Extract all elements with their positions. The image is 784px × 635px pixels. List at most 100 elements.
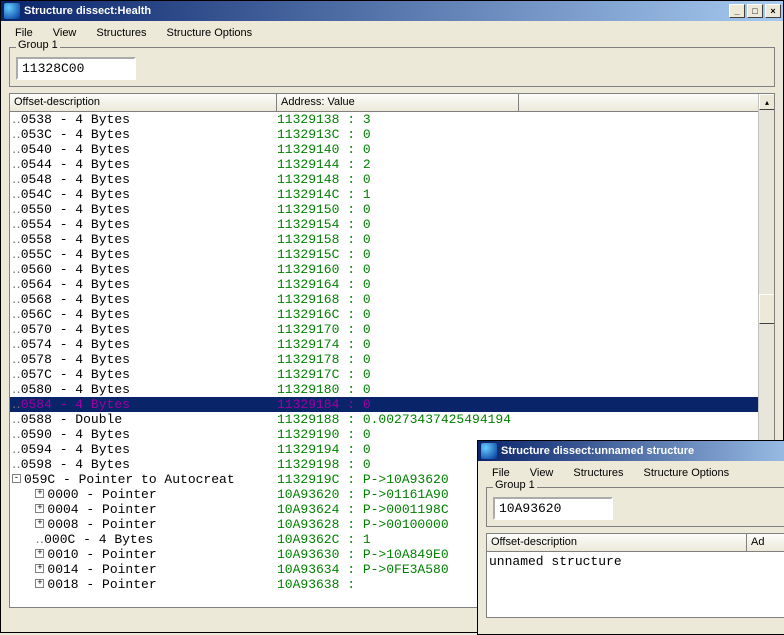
- offset-label: 0580 - 4 Bytes: [21, 382, 130, 397]
- table-row[interactable]: ․․0560 - 4 Bytes11329160 : 0: [10, 262, 774, 277]
- group-legend-sub: Group 1: [493, 479, 537, 491]
- table-row[interactable]: ․․0538 - 4 Bytes11329138 : 3: [10, 112, 774, 127]
- col-spare[interactable]: [519, 94, 774, 111]
- sub-window: Structure dissect:unnamed structure File…: [477, 440, 784, 635]
- address-value: 1132914C : 1: [277, 187, 371, 202]
- menu-structures[interactable]: Structures: [88, 25, 154, 41]
- structure-name-text[interactable]: unnamed structure: [489, 554, 622, 569]
- offset-label: 0018 - Pointer: [47, 577, 156, 592]
- menu-structures-sub[interactable]: Structures: [565, 465, 631, 481]
- tree-connector: ․․: [12, 442, 21, 457]
- table-row[interactable]: ․․0540 - 4 Bytes11329140 : 0: [10, 142, 774, 157]
- base-address-input-sub[interactable]: [493, 497, 613, 520]
- table-row[interactable]: ․․0544 - 4 Bytes 11329144 : 2: [10, 157, 774, 172]
- address-value: 11329164 : 0: [277, 277, 371, 292]
- table-row[interactable]: ․․0584 - 4 Bytes11329184 : 0: [10, 397, 774, 412]
- table-row[interactable]: ․․0554 - 4 Bytes11329154 : 0: [10, 217, 774, 232]
- offset-label: 054C - 4 Bytes: [21, 187, 130, 202]
- app-icon: [481, 443, 497, 459]
- address-value: 10A93638 :: [277, 577, 355, 592]
- table-row[interactable]: ․․0574 - 4 Bytes11329174 : 0: [10, 337, 774, 352]
- tree-connector: ․․: [12, 127, 21, 142]
- expand-icon[interactable]: +: [35, 579, 44, 588]
- table-row[interactable]: ․․057C - 4 Bytes1132917C : 0: [10, 367, 774, 382]
- table-row[interactable]: ․․0570 - 4 Bytes11329170 : 0: [10, 322, 774, 337]
- menu-structure-options-sub[interactable]: Structure Options: [636, 465, 738, 481]
- address-value: 10A9362C : 1: [277, 532, 371, 547]
- offset-label: 0538 - 4 Bytes: [21, 112, 130, 127]
- structure-pane-sub: Offset-description Ad unnamed structure: [486, 533, 784, 618]
- table-row[interactable]: ․․0578 - 4 Bytes11329178 : 0: [10, 352, 774, 367]
- address-value: 11329184 : 0: [277, 397, 371, 412]
- col-offset-desc-sub[interactable]: Offset-description: [487, 534, 747, 551]
- col-address-value[interactable]: Address: Value: [277, 94, 519, 111]
- offset-label: 0008 - Pointer: [47, 517, 156, 532]
- expand-icon[interactable]: +: [35, 564, 44, 573]
- offset-label: 0010 - Pointer: [47, 547, 156, 562]
- offset-label: 0544 - 4 Bytes: [21, 157, 130, 172]
- offset-label: 0588 - Double: [21, 412, 122, 427]
- offset-label: 000C - 4 Bytes: [44, 532, 153, 547]
- offset-label: 056C - 4 Bytes: [21, 307, 130, 322]
- address-value: 11329160 : 0: [277, 262, 371, 277]
- scroll-thumb[interactable]: [759, 294, 775, 324]
- maximize-button[interactable]: □: [747, 4, 763, 18]
- titlebar-sub[interactable]: Structure dissect:unnamed structure: [478, 441, 784, 461]
- expand-icon[interactable]: +: [35, 504, 44, 513]
- table-row[interactable]: ․․0550 - 4 Bytes11329150 : 0: [10, 202, 774, 217]
- tree-connector: ․․: [12, 217, 21, 232]
- tree-connector: ․․: [12, 172, 21, 187]
- table-row[interactable]: ․․056C - 4 Bytes1132916C : 0: [10, 307, 774, 322]
- table-row[interactable]: ․․0564 - 4 Bytes11329164 : 0: [10, 277, 774, 292]
- offset-label: 0584 - 4 Bytes: [21, 397, 130, 412]
- group-box-sub: Group 1: [486, 487, 784, 527]
- expand-icon[interactable]: +: [35, 519, 44, 528]
- menubar-main: File View Structures Structure Options: [1, 21, 783, 45]
- address-value: 11329174 : 0: [277, 337, 371, 352]
- tree-connector: ․․: [12, 307, 21, 322]
- tree-connector: ․․: [12, 277, 21, 292]
- address-value: 10A93620 : P->01161A90: [277, 487, 449, 502]
- minimize-button[interactable]: _: [729, 4, 745, 18]
- table-row[interactable]: ․․0558 - 4 Bytes11329158 : 0: [10, 232, 774, 247]
- scroll-up-button[interactable]: ▴: [759, 94, 775, 110]
- address-value: 11329190 : 0: [277, 427, 371, 442]
- address-value: 10A93624 : P->0001198C: [277, 502, 449, 517]
- table-row[interactable]: ․․055C - 4 Bytes1132915C : 0: [10, 247, 774, 262]
- table-row[interactable]: ․․0568 - 4 Bytes11329168 : 0: [10, 292, 774, 307]
- address-value: 1132913C : 0: [277, 127, 371, 142]
- menu-structure-options[interactable]: Structure Options: [159, 25, 261, 41]
- tree-connector: ․․: [12, 412, 21, 427]
- collapse-icon[interactable]: -: [12, 474, 21, 483]
- offset-label: 0014 - Pointer: [47, 562, 156, 577]
- tree-connector: ․․: [12, 157, 21, 172]
- tree-connector: ․․: [12, 337, 21, 352]
- table-row[interactable]: ․․053C - 4 Bytes1132913C : 0: [10, 127, 774, 142]
- table-row[interactable]: ․․0548 - 4 Bytes11329148 : 0: [10, 172, 774, 187]
- col-address-value-sub[interactable]: Ad: [747, 534, 784, 551]
- tree-connector: ․․: [12, 352, 21, 367]
- window-title: Structure dissect:Health: [24, 5, 151, 17]
- table-row[interactable]: ․․0588 - Double11329188 : 0.002734374254…: [10, 412, 774, 427]
- address-value: 1132915C : 0: [277, 247, 371, 262]
- expand-icon[interactable]: +: [35, 489, 44, 498]
- offset-label: 0598 - 4 Bytes: [21, 457, 130, 472]
- titlebar-main[interactable]: Structure dissect:Health _ □ ×: [1, 1, 783, 21]
- expand-icon[interactable]: +: [35, 549, 44, 558]
- rows-container-sub: unnamed structure: [487, 552, 784, 571]
- col-offset-desc[interactable]: Offset-description: [10, 94, 277, 111]
- address-value: 11329158 : 0: [277, 232, 371, 247]
- tree-connector: ․․: [12, 262, 21, 277]
- offset-label: 0000 - Pointer: [47, 487, 156, 502]
- address-value: 11329144 : 2: [277, 157, 371, 172]
- address-value: 11329140 : 0: [277, 142, 371, 157]
- tree-connector: ․․: [12, 187, 21, 202]
- group-box-main: Group 1: [9, 47, 775, 87]
- offset-label: 0570 - 4 Bytes: [21, 322, 130, 337]
- table-row[interactable]: ․․0580 - 4 Bytes11329180 : 0: [10, 382, 774, 397]
- table-row[interactable]: ․․054C - 4 Bytes 1132914C : 1: [10, 187, 774, 202]
- offset-label: 0554 - 4 Bytes: [21, 217, 130, 232]
- close-button[interactable]: ×: [765, 4, 781, 18]
- address-value: 11329148 : 0: [277, 172, 371, 187]
- base-address-input[interactable]: [16, 57, 136, 80]
